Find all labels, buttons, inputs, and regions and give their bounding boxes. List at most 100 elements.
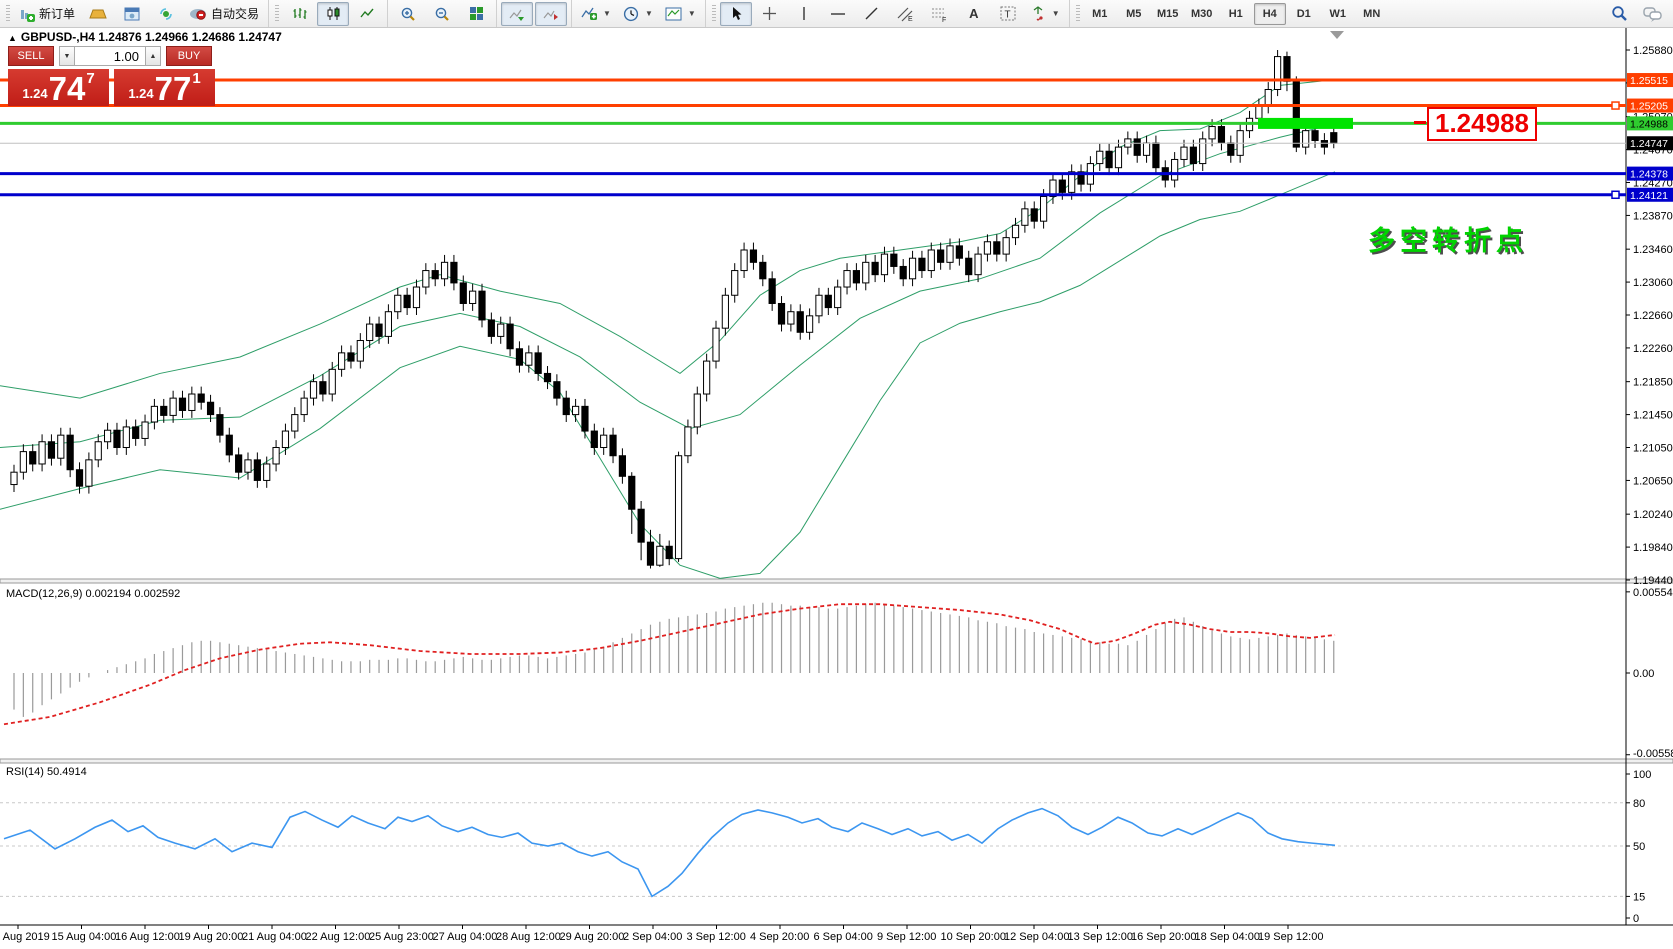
price-badge-label: 1.24121 <box>1630 190 1668 202</box>
bullish-candle <box>984 242 990 254</box>
bearish-candle <box>629 476 635 509</box>
bullish-candle <box>816 295 822 316</box>
bearish-candle <box>516 349 522 365</box>
bearish-candle <box>254 460 260 481</box>
entry-price-text-box[interactable]: 1.24988 <box>1427 107 1537 141</box>
bearish-candle <box>1031 209 1037 221</box>
buy-price-box[interactable]: 1.24 77 1 <box>114 69 215 106</box>
date-label: 6 Sep 04:00 <box>814 931 873 943</box>
price-box-connector <box>1414 121 1426 124</box>
bearish-candle <box>938 250 944 262</box>
bullish-candle <box>413 287 419 308</box>
bullish-candle <box>1172 159 1178 180</box>
bullish-candle <box>189 394 195 410</box>
bullish-candle <box>675 456 681 559</box>
pane-separator[interactable] <box>0 579 1673 583</box>
sell-price-big: 74 <box>49 74 86 104</box>
bearish-candle <box>956 246 962 258</box>
panel-collapse-icon[interactable]: ▲ <box>8 33 17 43</box>
axis-label: 1.21050 <box>1633 443 1673 455</box>
bearish-candle <box>591 431 597 447</box>
bearish-candle <box>1321 141 1327 148</box>
axis-label: 1.21450 <box>1633 410 1673 422</box>
bearish-candle <box>872 262 878 274</box>
axis-label: 50 <box>1633 841 1645 853</box>
bullish-candle <box>1275 57 1281 90</box>
axis-label: 1.21850 <box>1633 377 1673 389</box>
bullish-candle <box>1097 151 1103 163</box>
bullish-candle <box>1256 106 1262 118</box>
axis-label: 1.23060 <box>1633 277 1673 289</box>
volume-input[interactable] <box>75 46 145 66</box>
line-handle[interactable] <box>1612 191 1619 198</box>
bullish-candle <box>1115 147 1121 168</box>
bearish-candle <box>544 373 550 381</box>
chart-shift-marker[interactable] <box>1330 31 1344 39</box>
bullish-candle <box>526 353 532 365</box>
chart-canvas[interactable]: 1.258801.254801.250701.246701.242701.238… <box>0 0 1673 949</box>
axis-label: 0.005543 <box>1633 587 1673 599</box>
bullish-candle <box>339 353 345 369</box>
bullish-candle <box>1181 147 1187 159</box>
bullish-candle <box>58 435 64 458</box>
bearish-candle <box>1293 81 1299 147</box>
bearish-candle <box>479 291 485 320</box>
bearish-candle <box>488 320 494 336</box>
bullish-candle <box>441 262 447 278</box>
bearish-candle <box>760 262 766 278</box>
bearish-candle <box>236 455 242 472</box>
axis-label: 1.19840 <box>1633 542 1673 554</box>
pane-separator[interactable] <box>0 759 1673 763</box>
bullish-candle <box>123 427 129 448</box>
bearish-candle <box>853 271 859 283</box>
axis-label: -0.005583 <box>1633 748 1673 760</box>
bullish-candle <box>105 430 111 442</box>
bearish-candle <box>825 295 831 307</box>
bearish-candle <box>535 353 541 374</box>
bullish-candle <box>947 246 953 262</box>
bearish-candle <box>30 452 36 464</box>
macd-indicator-label: MACD(12,26,9) 0.002194 0.002592 <box>6 588 180 600</box>
volume-increase-button[interactable]: ▲ <box>145 46 161 66</box>
sell-price-box[interactable]: 1.24 74 7 <box>8 69 109 106</box>
bullish-candle <box>39 442 45 464</box>
volume-decrease-button[interactable]: ▼ <box>59 46 75 66</box>
bullish-candle <box>909 258 915 279</box>
bearish-candle <box>1190 147 1196 163</box>
bearish-candle <box>198 394 204 402</box>
bearish-candle <box>582 406 588 431</box>
bullish-candle <box>1200 139 1206 164</box>
bearish-candle <box>161 406 167 415</box>
bullish-candle <box>704 361 710 394</box>
bullish-candle <box>975 254 981 275</box>
bullish-candle <box>835 287 841 308</box>
line-handle[interactable] <box>1612 102 1619 109</box>
bearish-candle <box>919 258 925 270</box>
axis-label: 0.00 <box>1633 668 1654 680</box>
bearish-candle <box>1228 143 1234 155</box>
bearish-candle <box>619 456 625 477</box>
highlight-trend-segment[interactable] <box>1258 118 1353 129</box>
price-badge-label: 1.25515 <box>1630 75 1668 87</box>
bearish-candle <box>797 312 803 333</box>
bullish-candle <box>657 546 663 565</box>
axis-label: 100 <box>1633 769 1651 781</box>
sell-button[interactable]: SELL <box>8 46 54 66</box>
bearish-candle <box>1153 143 1159 168</box>
buy-button[interactable]: BUY <box>166 46 212 66</box>
bullish-candle <box>498 324 504 336</box>
bearish-candle <box>1059 180 1065 192</box>
date-label: 22 Aug 12:00 <box>306 931 371 943</box>
bearish-candle <box>778 303 784 324</box>
bearish-candle <box>1312 131 1318 141</box>
bullish-candle <box>310 382 316 398</box>
bullish-candle <box>423 271 429 287</box>
bearish-candle <box>1218 127 1224 143</box>
bearish-candle <box>48 442 54 458</box>
turning-point-annotation[interactable]: 多空转折点 <box>1368 219 1528 258</box>
bullish-candle <box>713 328 719 361</box>
bullish-candle <box>329 369 335 394</box>
bullish-candle <box>685 427 691 456</box>
bearish-candle <box>554 382 560 398</box>
date-label: 19 Sep 12:00 <box>1258 931 1323 943</box>
